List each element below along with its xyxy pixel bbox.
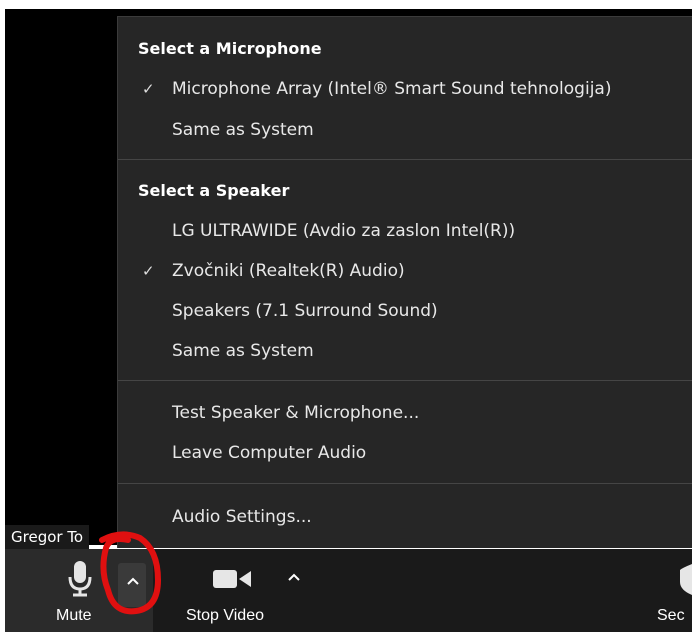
- red-annotation-circle: [99, 531, 162, 615]
- speaker-option-same-as-system[interactable]: Same as System: [172, 341, 314, 361]
- menu-divider: [118, 159, 692, 160]
- mute-label: Mute: [56, 607, 92, 624]
- speaker-option-realtek[interactable]: Zvočniki (Realtek(R) Audio): [172, 261, 405, 281]
- stop-video-label[interactable]: Stop Video: [186, 607, 264, 625]
- menu-divider: [118, 483, 692, 484]
- speaker-option-lg-ultrawide[interactable]: LG ULTRAWIDE (Avdio za zaslon Intel(R)): [172, 221, 515, 241]
- security-label[interactable]: Sec: [657, 607, 685, 625]
- microphone-option-same-as-system[interactable]: Same as System: [172, 120, 314, 140]
- menu-divider: [118, 380, 692, 381]
- audio-options-menu: Select a Microphone ✓ Microphone Array (…: [117, 16, 692, 548]
- video-camera-icon[interactable]: [212, 568, 252, 590]
- checkmark-icon: ✓: [142, 80, 155, 98]
- microphone-option-intel-array[interactable]: Microphone Array (Intel® Smart Sound teh…: [172, 79, 611, 99]
- security-shield-icon[interactable]: [676, 562, 692, 596]
- audio-settings-item[interactable]: Audio Settings...: [172, 507, 312, 527]
- speaker-option-7-1-surround[interactable]: Speakers (7.1 Surround Sound): [172, 301, 438, 321]
- video-options-chevron-icon[interactable]: [287, 572, 301, 582]
- select-microphone-header: Select a Microphone: [138, 39, 322, 58]
- leave-computer-audio-item[interactable]: Leave Computer Audio: [172, 443, 366, 463]
- test-speaker-microphone-item[interactable]: Test Speaker & Microphone...: [172, 403, 419, 423]
- select-speaker-header: Select a Speaker: [138, 181, 290, 200]
- participant-name-tag: Gregor To: [5, 525, 90, 549]
- checkmark-icon: ✓: [142, 262, 155, 280]
